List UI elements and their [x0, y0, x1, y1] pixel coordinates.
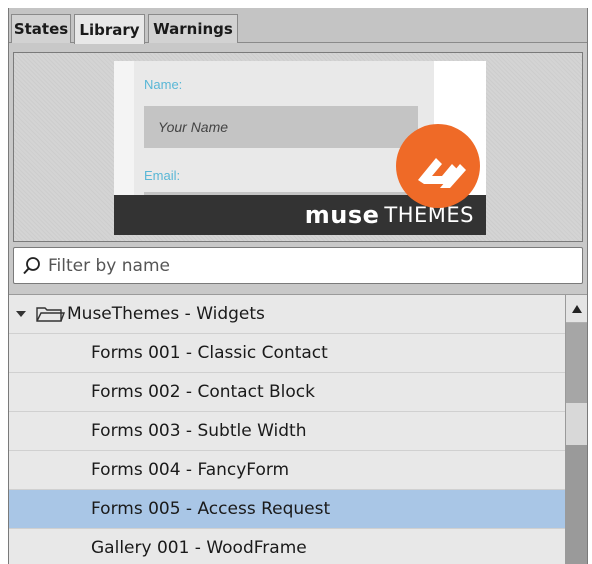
list-item[interactable]: Gallery 001 - WoodFrame: [9, 529, 565, 564]
list-item-label: Forms 001 - Classic Contact: [91, 343, 328, 363]
list-item-label: Forms 003 - Subtle Width: [91, 421, 307, 441]
filter-input[interactable]: [48, 255, 568, 276]
preview-name-label: Name:: [144, 77, 183, 92]
list-item[interactable]: Forms 002 - Contact Block: [9, 373, 565, 412]
tab-warnings[interactable]: Warnings: [148, 14, 238, 43]
library-panel: States Library Warnings Name: Your Name …: [8, 8, 588, 564]
tree-folder-row[interactable]: MuseThemes - Widgets: [9, 295, 565, 334]
list-item-label: Forms 002 - Contact Block: [91, 382, 315, 402]
preview-email-label: Email:: [144, 168, 181, 183]
tree-folder-label: MuseThemes - Widgets: [67, 304, 265, 324]
list-item-selected[interactable]: Forms 005 - Access Request: [9, 490, 565, 529]
list-item-label: Forms 005 - Access Request: [91, 499, 331, 519]
list-item[interactable]: Forms 003 - Subtle Width: [9, 412, 565, 451]
musethemes-logo-icon: [396, 124, 480, 208]
expand-triangle-icon[interactable]: [15, 308, 27, 320]
preview-thumbnail: Name: Your Name Email: muse THEMES: [114, 61, 486, 235]
library-tree: MuseThemes - Widgets Forms 001 - Classic…: [9, 294, 565, 564]
widget-preview: Name: Your Name Email: muse THEMES: [13, 52, 583, 242]
preview-name-field: Your Name: [144, 106, 418, 148]
vertical-scrollbar[interactable]: [565, 294, 587, 564]
folder-icon: [36, 307, 65, 322]
scrollbar-track[interactable]: [566, 445, 587, 564]
tab-library[interactable]: Library: [74, 14, 145, 44]
scroll-up-arrow-icon[interactable]: [566, 295, 587, 323]
scrollbar-thumb[interactable]: [566, 323, 587, 403]
list-item[interactable]: Forms 004 - FancyForm: [9, 451, 565, 490]
list-item[interactable]: Forms 001 - Classic Contact: [9, 334, 565, 373]
tab-bar: States Library Warnings: [9, 8, 587, 44]
brand-muse-text: muse: [304, 201, 380, 229]
list-item-label: Gallery 001 - WoodFrame: [91, 538, 307, 558]
list-item-label: Forms 004 - FancyForm: [91, 460, 290, 480]
filter-field[interactable]: [13, 247, 583, 284]
search-icon: [23, 256, 40, 274]
tab-states[interactable]: States: [11, 14, 71, 43]
